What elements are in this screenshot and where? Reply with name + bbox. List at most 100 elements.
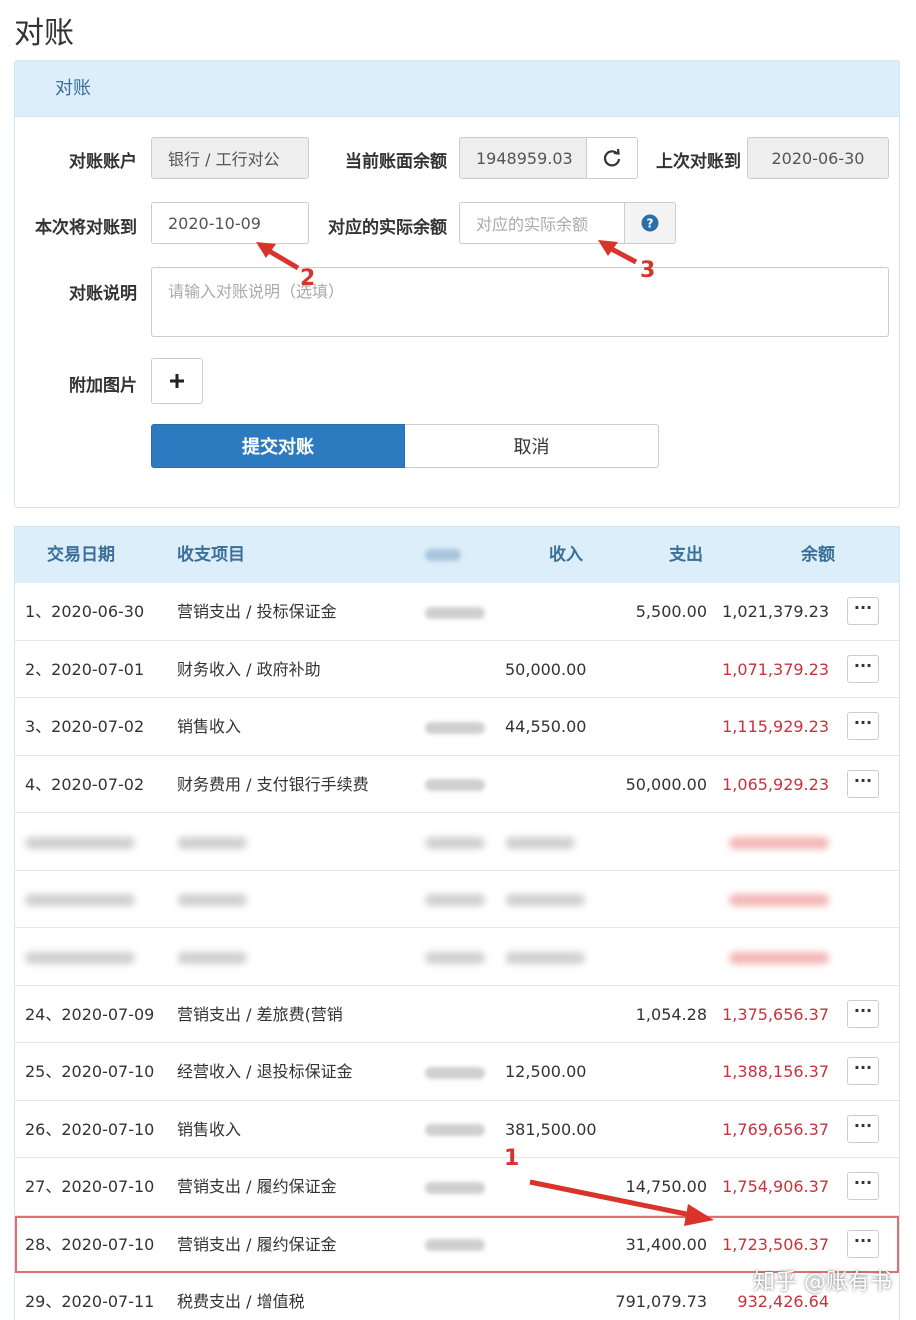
cell-date: 1、2020-06-30 (25, 602, 145, 621)
cell-date-blurred (25, 871, 135, 928)
cell-date: 4、2020-07-02 (25, 774, 145, 794)
cell-date: 28、2020-07-10 (25, 1234, 155, 1254)
annotation-arrow-bottom (529, 1179, 714, 1226)
cell-account-blurred (425, 813, 505, 870)
cell-account-blurred (425, 756, 505, 813)
table-row-blurred (15, 813, 899, 871)
table-row[interactable]: 24、2020-07-09 营销支出 / 差旅费(营销 1,054.28 1,3… (15, 986, 899, 1043)
cell-item-blurred (177, 871, 377, 928)
cell-balance: 1,071,379.23 (722, 659, 829, 679)
add-image-button[interactable] (151, 358, 203, 404)
more-button[interactable]: ··· (847, 597, 879, 625)
cell-income: 12,500.00 (505, 1062, 587, 1081)
cell-expense: 1,054.28 (635, 1004, 707, 1024)
cell-balance: 1,115,929.23 (722, 717, 829, 736)
watermark: 知乎 @账有书 (753, 1270, 892, 1295)
cell-account-blurred (425, 583, 505, 640)
cell-item-blurred (177, 813, 377, 870)
cell-balance: 1,021,379.23 (722, 602, 829, 621)
more-button[interactable]: ··· (847, 1229, 879, 1258)
more-button[interactable]: ··· (847, 712, 879, 740)
cell-expense: 5,500.00 (635, 602, 707, 621)
cell-date: 29、2020-07-11 (25, 1292, 155, 1311)
header-balance: 余额 (801, 545, 835, 565)
transaction-table: 交易日期 收支项目 收入 支出 余额 1、2020-06-30 营销支出 / 投… (14, 526, 900, 1320)
cell-account-blurred (425, 1043, 505, 1100)
annotation-1: 1 (504, 1146, 520, 1171)
cell-date: 3、2020-07-02 (25, 717, 145, 736)
cell-balance-blurred (705, 813, 829, 870)
header-income: 收入 (549, 545, 583, 565)
cell-item: 销售收入 (177, 1119, 242, 1139)
more-button[interactable]: ··· (847, 769, 879, 798)
plus-icon (170, 374, 184, 388)
image-label: 附加图片 (69, 376, 137, 396)
refresh-button[interactable] (586, 137, 638, 179)
more-button[interactable]: ··· (847, 999, 879, 1028)
cell-income-blurred (505, 928, 597, 985)
cell-income-blurred (505, 813, 597, 870)
cell-item: 营销支出 / 履约保证金 (177, 1177, 337, 1196)
annotation-3: 3 (640, 258, 656, 283)
note-label: 对账说明 (69, 284, 137, 304)
cell-account-blurred (425, 698, 505, 755)
cell-item: 经营收入 / 退投标保证金 (177, 1062, 353, 1081)
cell-account-blurred (425, 871, 505, 928)
more-button[interactable]: ··· (847, 1172, 879, 1200)
cell-date-blurred (25, 928, 135, 985)
cell-account-blurred (425, 928, 505, 985)
refresh-icon (603, 148, 621, 167)
cell-expense: 791,079.73 (615, 1292, 707, 1311)
submit-button[interactable]: 提交对账 (151, 424, 405, 468)
header-account-blurred (425, 527, 461, 583)
table-row-blurred (15, 871, 899, 928)
cell-account-blurred (425, 1216, 505, 1273)
annotation-2: 2 (300, 266, 316, 291)
cell-item: 营销支出 / 差旅费(营销 (177, 1004, 343, 1024)
table-row[interactable]: 25、2020-07-10 经营收入 / 退投标保证金 12,500.00 1,… (15, 1043, 899, 1101)
cell-item: 税费支出 / 增值税 (177, 1292, 305, 1311)
cell-income-blurred (505, 871, 597, 928)
cell-balance: 1,388,156.37 (722, 1062, 829, 1081)
cell-balance: 1,769,656.37 (722, 1119, 829, 1139)
book-balance-field[interactable]: 1948959.03 (459, 137, 587, 179)
last-recon-label: 上次对账到 (656, 152, 741, 172)
cell-balance: 1,065,929.23 (722, 774, 829, 794)
cell-balance-blurred (705, 928, 829, 985)
account-field[interactable]: 银行 / 工行对公 (151, 137, 309, 179)
page-title: 对账 (14, 16, 74, 51)
header-expense: 支出 (669, 545, 703, 565)
cell-expense: 50,000.00 (625, 774, 707, 794)
table-header: 交易日期 收支项目 收入 支出 余额 (15, 527, 899, 583)
cell-date-blurred (25, 813, 135, 870)
cell-date: 26、2020-07-10 (25, 1119, 155, 1139)
account-label: 对账账户 (69, 152, 137, 172)
last-recon-field[interactable]: 2020-06-30 (747, 137, 889, 179)
table-row[interactable]: 4、2020-07-02 财务费用 / 支付银行手续费 50,000.00 1,… (15, 756, 899, 813)
header-item: 收支项目 (177, 545, 245, 565)
cell-item: 财务收入 / 政府补助 (177, 659, 321, 679)
cell-date: 27、2020-07-10 (25, 1177, 155, 1196)
table-row[interactable]: 27、2020-07-10 营销支出 / 履约保证金 14,750.00 1,7… (15, 1158, 899, 1216)
cell-item: 财务费用 / 支付银行手续费 (177, 774, 369, 794)
more-button[interactable]: ··· (847, 654, 879, 683)
cell-item: 营销支出 / 履约保证金 (177, 1234, 337, 1254)
table-row[interactable]: 2、2020-07-01 财务收入 / 政府补助 50,000.00 1,071… (15, 641, 899, 698)
table-row[interactable]: 3、2020-07-02 销售收入 44,550.00 1,115,929.23… (15, 698, 899, 756)
table-row-blurred (15, 928, 899, 986)
cell-account-blurred (425, 1158, 505, 1215)
panel-heading: 对账 (15, 61, 899, 117)
cell-income: 50,000.00 (505, 659, 587, 679)
cell-item: 销售收入 (177, 717, 242, 736)
cell-income: 44,550.00 (505, 717, 587, 736)
more-button[interactable]: ··· (847, 1114, 879, 1143)
cell-account-blurred (425, 1101, 505, 1158)
more-button[interactable]: ··· (847, 1057, 879, 1085)
svg-text:?: ? (647, 217, 654, 231)
cell-date: 24、2020-07-09 (25, 1004, 155, 1024)
cell-item-blurred (177, 928, 377, 985)
table-row[interactable]: 26、2020-07-10 销售收入 381,500.00 1,769,656.… (15, 1101, 899, 1158)
cell-date: 25、2020-07-10 (25, 1062, 155, 1081)
table-row[interactable]: 1、2020-06-30 营销支出 / 投标保证金 5,500.00 1,021… (15, 583, 899, 641)
cancel-button[interactable]: 取消 (405, 424, 659, 468)
